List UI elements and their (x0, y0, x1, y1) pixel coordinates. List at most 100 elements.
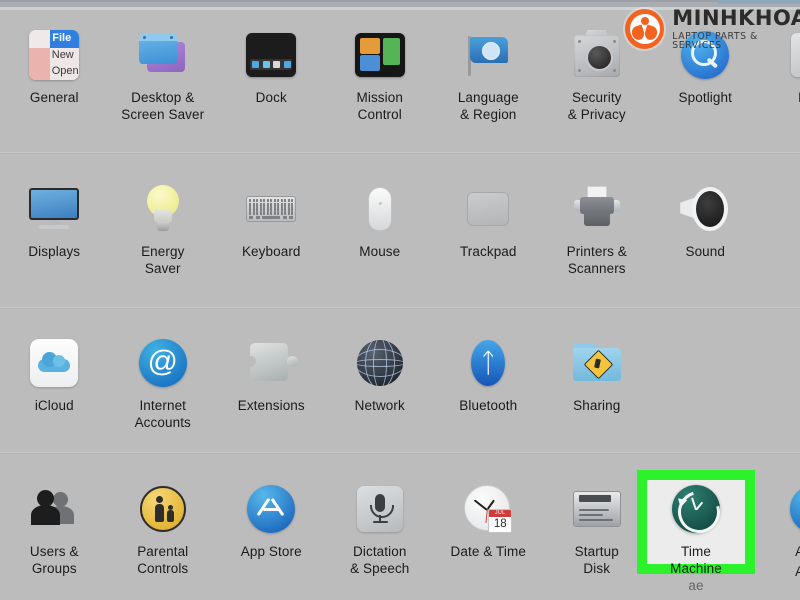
pref-item-startup-disk[interactable]: Startup Disk (543, 480, 652, 580)
accessibility-icon (785, 480, 800, 538)
pref-label: Mouse (359, 244, 401, 259)
pref-item-keyboard[interactable]: Keyboard (217, 180, 326, 277)
dictation-speech-icon (351, 480, 409, 538)
pref-item-bluetooth[interactable]: ᛏ Bluetooth (434, 334, 543, 431)
pref-item-dictation-speech[interactable]: Dictation & Speech (326, 480, 435, 580)
network-icon (351, 334, 409, 392)
general-menu-item-open: Open (51, 65, 79, 77)
pref-label: Displays (28, 244, 81, 259)
pref-label: Spotlight (678, 90, 732, 105)
pref-label: General (29, 90, 79, 105)
minhkhoa-logo-icon (625, 9, 665, 50)
pref-label: Startup Disk (574, 544, 619, 576)
row-divider-3-shadow (0, 453, 800, 454)
pref-item-icloud[interactable]: iCloud (0, 334, 109, 431)
pref-label: Parental Controls (137, 544, 189, 576)
pref-label: Date & Time (450, 544, 526, 559)
watermark-logo: MINHKHOA LAPTOP PARTS & SERVICES (625, 8, 800, 51)
pref-label: App Store (240, 544, 302, 559)
pref-label: Dictation & Speech (350, 544, 410, 576)
general-icon: File New Open (25, 26, 83, 84)
pref-label: Trackpad (459, 244, 517, 259)
pref-label: Internet Accounts (134, 398, 191, 430)
security-privacy-icon (568, 26, 626, 84)
pref-item-trackpad[interactable]: Trackpad (434, 180, 543, 277)
pref-item-general[interactable]: File New Open General (0, 26, 109, 123)
pref-label: Sharing (573, 398, 621, 413)
pref-item-energy-saver[interactable]: Energy Saver (109, 180, 218, 277)
pref-item-displays[interactable]: Displays (0, 180, 109, 277)
preferences-row-3: iCloud @ Internet Accounts Extensions Ne… (0, 334, 800, 431)
general-menu-item-new: New (51, 49, 74, 61)
watermark-subtitle: LAPTOP PARTS & SERVICES (672, 31, 758, 52)
pref-empty-slot (651, 334, 760, 431)
internet-accounts-icon: @ (134, 334, 192, 392)
pref-item-internet-accounts[interactable]: @ Internet Accounts (109, 334, 218, 431)
pref-empty-slot (760, 334, 800, 431)
pref-label: Time Machine (670, 544, 722, 576)
pref-item-mission-control[interactable]: Mission Control (326, 26, 435, 123)
time-machine-icon (667, 480, 728, 541)
sound-icon (676, 180, 734, 238)
pref-item-time-machine[interactable]: Time Machine ae (637, 470, 755, 595)
app-store-icon (242, 480, 300, 538)
pref-label: Users & Groups (29, 544, 79, 576)
date-time-icon: JUL 18 (459, 480, 517, 538)
pref-label: Keyboard (241, 244, 301, 259)
pref-item-accessibility[interactable]: Acces Acces (760, 480, 800, 580)
pref-label: Desktop & Screen Saver (121, 90, 205, 122)
pref-item-users-groups[interactable]: Users & Groups (0, 480, 109, 580)
general-menu-header: File (52, 32, 72, 44)
desktop-screensaver-icon (134, 26, 192, 84)
mission-control-icon (351, 26, 409, 84)
language-region-icon (459, 26, 517, 84)
calendar-month: JUL (489, 510, 512, 517)
pref-label: Acces (795, 544, 800, 559)
printers-scanners-icon (568, 180, 626, 238)
row-divider-2-shadow (0, 308, 800, 309)
system-preferences-window: File New Open General Desktop & Screen S… (0, 0, 800, 600)
pref-item-parental-controls[interactable]: Parental Controls (109, 480, 218, 580)
mouse-icon (351, 180, 409, 238)
pref-item-app-store[interactable]: App Store (217, 480, 326, 580)
pref-label: Energy Saver (141, 244, 185, 276)
pref-label: Mission Control (356, 90, 403, 122)
displays-icon (25, 180, 83, 238)
pref-label: Network (354, 398, 405, 413)
trackpad-icon (459, 180, 517, 238)
pref-item-extensions[interactable]: Extensions (217, 334, 326, 431)
icloud-icon (25, 334, 83, 392)
calendar-day: 18 (493, 518, 507, 530)
energy-saver-icon (134, 180, 192, 238)
pref-label: Security & Privacy (567, 90, 626, 122)
titlebar-highlight-line (0, 0, 800, 2)
pref-label: Bluetooth (459, 398, 518, 413)
pref-item-sound[interactable]: Sound (651, 180, 760, 277)
pref-item-sharing[interactable]: Sharing (543, 334, 652, 431)
pref-label: Sound (685, 244, 726, 259)
pref-item-desktop-screensaver[interactable]: Desktop & Screen Saver (109, 26, 218, 123)
parental-controls-icon (134, 480, 192, 538)
titlebar-accent-segment (718, 0, 800, 4)
startup-disk-icon (568, 480, 626, 538)
pref-label-clipped: ae (688, 578, 704, 593)
dock-icon (242, 26, 300, 84)
pref-label: Printers & Scanners (566, 244, 627, 276)
pref-sublabel: Acces (795, 563, 800, 579)
pref-empty-slot (760, 180, 800, 277)
pref-item-mouse[interactable]: Mouse (326, 180, 435, 277)
keyboard-icon (242, 180, 300, 238)
pref-item-language-region[interactable]: Language & Region (434, 26, 543, 123)
extensions-icon (242, 334, 300, 392)
users-groups-icon (25, 480, 83, 538)
preferences-row-2: Displays Energy Saver Keyboard Mouse Tra… (0, 180, 800, 277)
pref-item-network[interactable]: Network (326, 334, 435, 431)
pref-label: Language & Region (457, 90, 519, 122)
pref-item-printers-scanners[interactable]: Printers & Scanners (543, 180, 652, 277)
row-divider-1-shadow (0, 153, 800, 154)
pref-label: Extensions (237, 398, 305, 413)
pref-item-date-time[interactable]: JUL 18 Date & Time (434, 480, 543, 580)
pref-item-dock[interactable]: Dock (217, 26, 326, 123)
watermark-title: MINHKHOA (672, 6, 800, 30)
sharing-icon (568, 334, 626, 392)
